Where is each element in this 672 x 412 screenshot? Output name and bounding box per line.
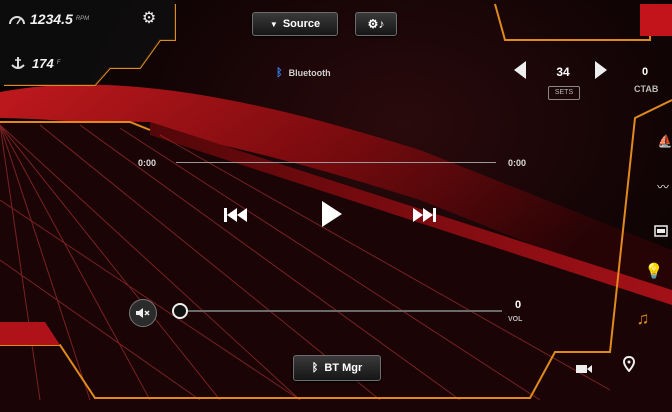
bluetooth-icon: ᛒ (276, 67, 283, 79)
sets-value: 34 (556, 65, 570, 79)
depth-readout: 174 F (10, 55, 60, 71)
next-icon (413, 208, 436, 222)
source-button[interactable]: ▼ Source (252, 12, 338, 36)
progress-track[interactable] (176, 162, 496, 163)
bt-manager-label: BT Mgr (324, 362, 363, 374)
dropdown-triangle-icon: ▼ (269, 19, 278, 29)
source-name-label: Bluetooth (288, 68, 331, 78)
volume-label: VOL (508, 316, 523, 323)
settings-gear-icon[interactable]: ⚙ (140, 9, 158, 27)
light-bulb-icon[interactable]: 💡 (645, 262, 664, 280)
sets-label: SETS (548, 86, 580, 100)
left-triangle-icon (514, 61, 526, 79)
sets-increase-button[interactable] (594, 61, 608, 79)
rpm-unit: RPM (75, 16, 90, 22)
wake-icon[interactable]: 〰 (654, 177, 672, 195)
rpm-value: 1234.5 (30, 11, 73, 27)
music-note-icon[interactable]: ♫ (634, 309, 652, 328)
volume-track[interactable] (186, 310, 502, 312)
audio-settings-button[interactable]: ⚙♪ (355, 12, 397, 36)
ctab-value: 0 (642, 66, 649, 78)
gauge-screen-icon[interactable] (652, 222, 670, 240)
source-button-label: Source (282, 18, 321, 30)
bt-manager-button[interactable]: ᛒ BT Mgr (293, 355, 381, 381)
mute-button[interactable] (129, 299, 157, 327)
previous-icon (224, 208, 247, 222)
right-triangle-icon (595, 61, 607, 79)
anchor-icon (11, 57, 25, 69)
depth-unit: F (56, 60, 61, 66)
volume-value: 0 (515, 299, 522, 311)
play-button[interactable] (320, 200, 344, 228)
audio-settings-icon: ⚙♪ (367, 17, 385, 31)
previous-track-button[interactable] (222, 205, 250, 225)
location-pin-icon[interactable] (620, 355, 638, 373)
play-icon (322, 201, 342, 227)
depth-value: 174 (32, 55, 54, 71)
speaker-mute-icon (136, 308, 150, 318)
total-time: 0:00 (508, 158, 527, 168)
volume-slider-thumb[interactable] (172, 303, 188, 319)
sets-decrease-button[interactable] (513, 61, 527, 79)
speedometer-icon (9, 16, 25, 25)
bluetooth-icon: ᛒ (311, 362, 319, 374)
elapsed-time: 0:00 (138, 158, 157, 168)
audio-screen: 1234.5 RPM 174 F ⚙ ▼ Source ⚙♪ ᛒ Bluetoo… (0, 0, 672, 412)
ctab-label: CTAB (634, 84, 659, 94)
boat-icon[interactable]: ⛵ (656, 132, 672, 150)
rpm-readout: 1234.5 RPM (8, 11, 89, 27)
source-name: ᛒ Bluetooth (276, 67, 331, 79)
next-track-button[interactable] (410, 205, 438, 225)
camera-icon[interactable] (575, 360, 593, 378)
